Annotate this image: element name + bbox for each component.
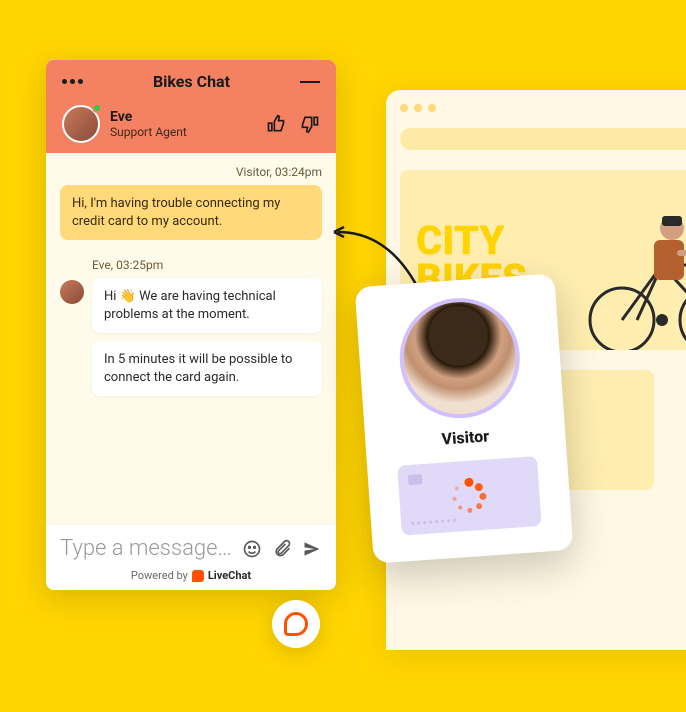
livechat-brand: LiveChat bbox=[208, 569, 251, 582]
chat-input-area[interactable]: Type a message… bbox=[46, 524, 336, 565]
visitor-card: Visitor bbox=[355, 273, 574, 563]
status-online-icon bbox=[92, 103, 102, 113]
message-meta-agent: Eve, 03:25pm bbox=[92, 258, 322, 272]
thumbs-down-icon[interactable] bbox=[300, 114, 320, 134]
visitor-label: Visitor bbox=[441, 426, 490, 448]
loading-spinner-icon bbox=[450, 477, 488, 515]
chat-bubble-icon bbox=[284, 612, 308, 636]
chat-title: Bikes Chat bbox=[153, 72, 230, 91]
chat-widget: Bikes Chat Eve Support Agent Visitor, 03… bbox=[46, 60, 336, 590]
thumbs-up-icon[interactable] bbox=[266, 114, 286, 134]
message-input[interactable]: Type a message… bbox=[60, 537, 232, 561]
more-menu-icon[interactable] bbox=[62, 79, 83, 84]
agent-name: Eve bbox=[110, 109, 187, 125]
powered-by-text: Powered by bbox=[131, 569, 188, 582]
send-icon[interactable] bbox=[302, 539, 322, 559]
agent-avatar bbox=[62, 105, 100, 143]
minimize-icon[interactable] bbox=[300, 81, 320, 83]
visitor-photo bbox=[396, 294, 524, 422]
emoji-icon[interactable] bbox=[242, 539, 262, 559]
visitor-message: Hi, I'm having trouble connecting my cre… bbox=[60, 185, 322, 240]
attachment-icon[interactable] bbox=[272, 539, 292, 559]
browser-window-dots bbox=[400, 104, 686, 112]
cyclist-image bbox=[582, 200, 686, 350]
chat-footer: Powered by LiveChat bbox=[46, 565, 336, 590]
agent-role: Support Agent bbox=[110, 125, 187, 139]
chat-header: Bikes Chat Eve Support Agent bbox=[46, 60, 336, 153]
message-meta-visitor: Visitor, 03:24pm bbox=[60, 165, 322, 179]
credit-card-icon bbox=[397, 456, 542, 536]
livechat-logo-icon bbox=[192, 570, 204, 582]
agent-avatar-small bbox=[60, 280, 84, 304]
browser-url-bar bbox=[400, 128, 686, 150]
chat-launcher-button[interactable] bbox=[272, 600, 320, 648]
agent-message: Hi 👋 We are having technical problems at… bbox=[92, 278, 322, 333]
agent-message: In 5 minutes it will be possible to conn… bbox=[92, 341, 322, 396]
chat-messages: Visitor, 03:24pm Hi, I'm having trouble … bbox=[46, 153, 336, 524]
